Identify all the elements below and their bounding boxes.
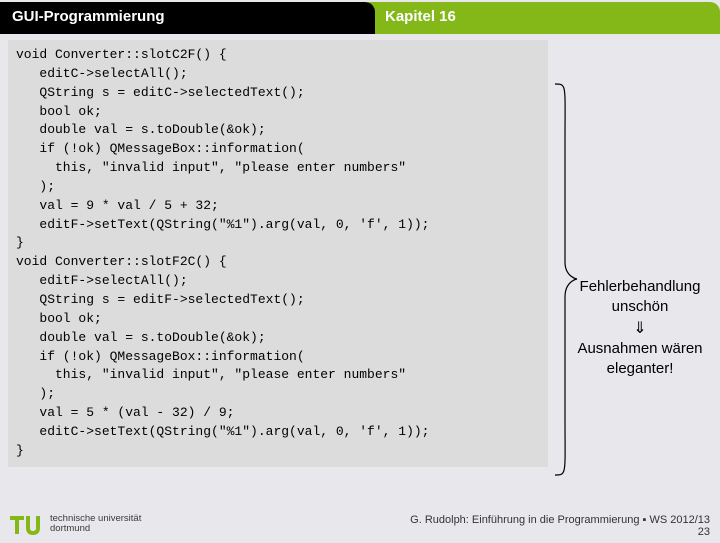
annotation-note: Fehlerbehandlung unschön ⇓ Ausnahmen wär… [575,277,705,380]
footer-credit-block: G. Rudolph: Einführung in die Programmie… [410,514,710,538]
note-line2: Ausnahmen wären eleganter! [575,339,705,380]
slide-footer: technische universität dortmund G. Rudol… [0,510,720,538]
note-line1: Fehlerbehandlung unschön [575,277,705,318]
slide-header: GUI-Programmierung Kapitel 16 [0,2,720,34]
tu-logo-icon [10,510,44,538]
page-number: 23 [410,526,710,538]
down-arrow-icon: ⇓ [575,318,705,340]
header-chapter: Kapitel 16 [367,2,720,34]
uni-line2: dortmund [50,524,141,534]
university-logo: technische universität dortmund [10,510,141,538]
university-name: technische universität dortmund [50,514,141,535]
footer-credit: G. Rudolph: Einführung in die Programmie… [410,514,710,526]
code-listing: void Converter::slotC2F() { editC->selec… [8,40,548,467]
header-topic: GUI-Programmierung [0,2,375,34]
